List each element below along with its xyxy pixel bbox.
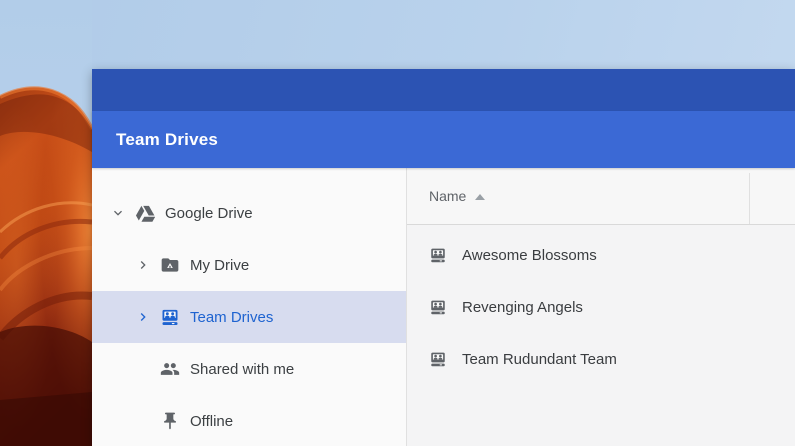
- chevron-right-icon[interactable]: [135, 257, 151, 273]
- sidebar-item-label: Team Drives: [190, 308, 274, 326]
- team-drive-icon: [429, 298, 447, 316]
- file-list-panel: Name Awesome Blossoms Revenging Angels T…: [407, 168, 795, 446]
- sidebar: Google Drive My Drive Team Drives Shared…: [92, 168, 407, 446]
- canyon-wallpaper: [0, 0, 94, 446]
- file-row-awesome-blossoms[interactable]: Awesome Blossoms: [407, 229, 795, 281]
- column-divider: [749, 173, 750, 224]
- file-row-label: Awesome Blossoms: [462, 246, 597, 264]
- sidebar-item-offline[interactable]: Offline: [92, 395, 406, 446]
- sidebar-item-google-drive[interactable]: Google Drive: [92, 187, 406, 239]
- team-drive-icon: [160, 307, 180, 327]
- app-header: Team Drives: [92, 111, 795, 168]
- sidebar-item-shared-with-me[interactable]: Shared with me: [92, 343, 406, 395]
- google-drive-icon: [135, 203, 155, 223]
- team-drive-icon: [429, 350, 447, 368]
- file-row-revenging-angels[interactable]: Revenging Angels: [407, 281, 795, 333]
- sidebar-item-team-drives[interactable]: Team Drives: [92, 291, 406, 343]
- sidebar-item-label: My Drive: [190, 256, 250, 274]
- file-list: Awesome Blossoms Revenging Angels Team R…: [407, 225, 795, 385]
- sort-ascending-icon: [475, 193, 486, 200]
- window-titlebar[interactable]: [92, 69, 795, 111]
- sidebar-item-my-drive[interactable]: My Drive: [92, 239, 406, 291]
- column-header-name[interactable]: Name: [407, 168, 795, 225]
- team-drive-icon: [429, 246, 447, 264]
- sidebar-item-label: Offline: [190, 412, 234, 430]
- file-row-label: Revenging Angels: [462, 298, 583, 316]
- people-icon: [160, 359, 180, 379]
- sidebar-item-label: Shared with me: [190, 360, 295, 378]
- page-title: Team Drives: [116, 129, 219, 149]
- chevron-down-icon[interactable]: [110, 205, 126, 221]
- pin-icon: [160, 411, 180, 431]
- chevron-right-icon[interactable]: [135, 309, 151, 325]
- file-row-team-rudundant-team[interactable]: Team Rudundant Team: [407, 333, 795, 385]
- file-row-label: Team Rudundant Team: [462, 350, 617, 368]
- column-header-label: Name: [429, 188, 467, 204]
- my-drive-folder-icon: [160, 255, 180, 275]
- sidebar-item-label: Google Drive: [165, 204, 253, 222]
- files-app-window: Team Drives Google Drive My Drive Team D…: [92, 69, 795, 446]
